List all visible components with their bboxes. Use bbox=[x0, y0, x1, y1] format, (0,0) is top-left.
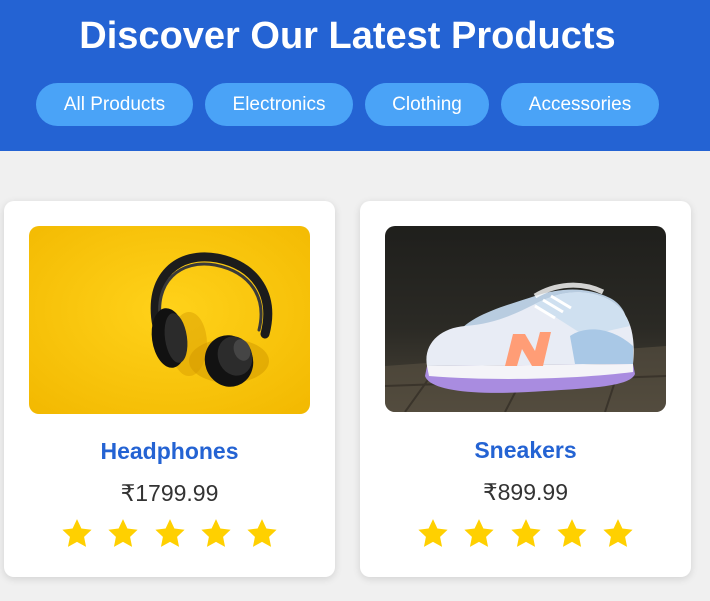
filter-clothing[interactable]: Clothing bbox=[365, 83, 489, 126]
star-icon bbox=[464, 519, 494, 547]
product-price: ₹1799.99 bbox=[120, 480, 219, 506]
star-icon bbox=[418, 519, 448, 547]
star-icon bbox=[108, 519, 138, 547]
star-icon bbox=[247, 519, 277, 547]
product-rating bbox=[360, 517, 691, 556]
headphones-image[interactable] bbox=[29, 226, 310, 414]
product-name[interactable]: Headphones bbox=[4, 437, 335, 465]
star-icon bbox=[557, 519, 587, 547]
page-header: Discover Our Latest Products All Product… bbox=[0, 0, 710, 151]
product-price: ₹899.99 bbox=[483, 479, 568, 505]
star-icon bbox=[201, 519, 231, 547]
product-rating bbox=[4, 517, 335, 556]
sneakers-image[interactable] bbox=[385, 226, 666, 412]
page-title: Discover Our Latest Products bbox=[79, 15, 616, 57]
star-icon bbox=[62, 519, 92, 547]
star-icon bbox=[510, 519, 541, 547]
filter-electronics[interactable]: Electronics bbox=[205, 83, 353, 126]
star-icon bbox=[603, 519, 633, 547]
filter-all-products[interactable]: All Products bbox=[36, 83, 193, 126]
filter-accessories[interactable]: Accessories bbox=[501, 83, 659, 126]
product-card-sneakers[interactable]: Sneakers ₹899.99 bbox=[360, 201, 691, 577]
product-name[interactable]: Sneakers bbox=[360, 436, 691, 464]
product-card-headphones[interactable]: Headphones ₹1799.99 bbox=[4, 201, 335, 577]
star-icon bbox=[154, 519, 185, 547]
